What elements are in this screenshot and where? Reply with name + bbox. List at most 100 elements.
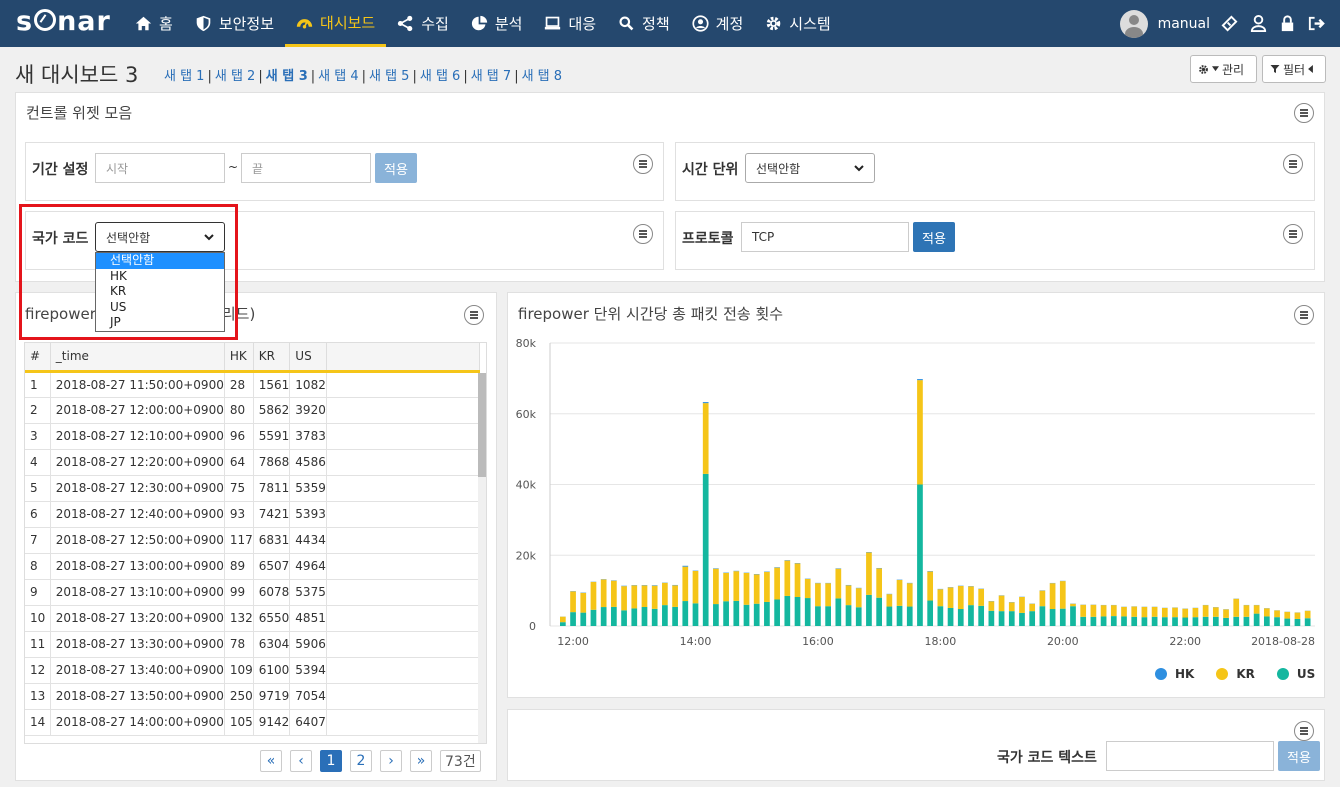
bar-us [784, 595, 791, 626]
avatar[interactable] [1119, 9, 1148, 38]
bar-us [937, 606, 944, 626]
protocol-apply-button[interactable]: 적용 [913, 222, 955, 252]
tab-5[interactable]: 새 탭 5 [369, 69, 409, 84]
bar-hk [682, 565, 689, 567]
table-row[interactable]: 7 2018-08-27 12:50:00+0900 117 6831 4434 [25, 527, 481, 554]
bar-us [621, 610, 627, 626]
menu-collect[interactable]: 수집 [386, 0, 460, 47]
grid-scrollbar[interactable] [478, 373, 486, 743]
filter-button[interactable]: 필터 [1262, 55, 1326, 83]
column-header[interactable]: # [25, 343, 51, 373]
menu-policy[interactable]: 정책 [607, 0, 681, 47]
menu-dashboard[interactable]: 대시보드 [285, 0, 387, 47]
menu-account[interactable]: 계정 [681, 0, 755, 47]
table-row[interactable]: 5 2018-08-27 12:30:00+0900 75 7811 5359 [25, 475, 481, 502]
tab-6[interactable]: 새 탭 6 [420, 69, 460, 84]
x-tick-label: 12:00 [557, 635, 589, 648]
widget-menu-icon[interactable] [1283, 224, 1303, 244]
page-button[interactable]: « [260, 750, 282, 772]
table-row[interactable]: 9 2018-08-27 13:10:00+0900 99 6078 5375 [25, 579, 481, 606]
chart-legend: HK KR US [1155, 667, 1315, 681]
bar-us [641, 606, 648, 626]
tab-separator: | [463, 69, 468, 84]
user-outline-icon[interactable] [1249, 14, 1268, 33]
country-text-apply-button[interactable]: 적용 [1278, 741, 1320, 771]
legend-item[interactable]: KR [1216, 667, 1255, 681]
table-row[interactable]: 14 2018-08-27 14:00:00+0900 105 9142 6407 [25, 709, 481, 736]
data-grid: # _time HK KR US 1 2018-08-27 11:50:00+0900 28… [24, 342, 487, 744]
menu-security-info[interactable]: 보안정보 [184, 0, 285, 47]
start-input[interactable]: 시작 [95, 153, 225, 183]
gear-icon [1199, 64, 1208, 74]
tab-8[interactable]: 새 탭 8 [522, 69, 562, 84]
table-cell [326, 371, 481, 398]
manage-button[interactable]: 관리 [1190, 55, 1257, 83]
logout-icon[interactable] [1307, 14, 1326, 33]
tab-4[interactable]: 새 탭 4 [318, 69, 358, 84]
protocol-input[interactable]: TCP [741, 222, 909, 252]
scrollbar-thumb[interactable] [478, 373, 486, 477]
page-button[interactable]: » [410, 750, 432, 772]
bar-us [672, 606, 678, 626]
column-header[interactable]: _time [50, 343, 225, 373]
page-button[interactable]: ‹ [290, 750, 312, 772]
widget-menu-icon[interactable] [633, 154, 653, 174]
sonar-logo[interactable]: s nar [16, 6, 111, 37]
table-row[interactable]: 12 2018-08-27 13:40:00+0900 109 6100 5394 [25, 657, 481, 684]
table-row[interactable]: 8 2018-08-27 13:00:00+0900 89 6507 4964 [25, 553, 481, 580]
column-header[interactable]: US [289, 343, 327, 373]
table-row[interactable]: 1 2018-08-27 11:50:00+0900 28 1561 1082 [25, 371, 481, 398]
menu-home[interactable]: 홈 [124, 0, 184, 47]
bar-us [1070, 606, 1076, 626]
bar-kr [651, 585, 658, 609]
widget-menu-icon[interactable] [464, 305, 484, 325]
lock-icon[interactable] [1278, 14, 1297, 33]
dashboard-icon [296, 18, 313, 28]
tab-1[interactable]: 새 탭 1 [164, 69, 204, 84]
table-row[interactable]: 4 2018-08-27 12:20:00+0900 64 7868 4586 [25, 449, 481, 476]
menu-response[interactable]: 대응 [533, 0, 607, 47]
table-row[interactable]: 6 2018-08-27 12:40:00+0900 93 7421 5393 [25, 501, 481, 528]
column-header[interactable]: HK [224, 343, 254, 373]
legend-item[interactable]: HK [1155, 667, 1194, 681]
bar-kr [1110, 605, 1117, 617]
table-cell: 10 [25, 605, 51, 632]
menu-system[interactable]: 시스템 [754, 0, 841, 47]
widget-menu-icon[interactable] [1294, 721, 1314, 741]
username[interactable]: manual [1158, 16, 1210, 32]
page-button[interactable]: 1 [320, 750, 342, 772]
period-apply-button[interactable]: 적용 [375, 153, 417, 183]
ticket-icon[interactable] [1220, 14, 1239, 33]
table-row[interactable]: 13 2018-08-27 13:50:00+0900 250 9719 7054 [25, 683, 481, 710]
tab-2[interactable]: 새 탭 2 [215, 69, 255, 84]
panel-menu-icon[interactable] [1294, 103, 1314, 123]
table-cell: 3920 [289, 397, 327, 424]
legend-item[interactable]: US [1276, 667, 1315, 681]
widget-menu-icon[interactable] [1283, 154, 1303, 174]
column-header[interactable]: KR [253, 343, 291, 373]
menu-analysis[interactable]: 분석 [460, 0, 534, 47]
page-button[interactable]: 2 [350, 750, 372, 772]
end-input[interactable]: 끝 [241, 153, 371, 183]
table-row[interactable]: 3 2018-08-27 12:10:00+0900 96 5591 3783 [25, 423, 481, 450]
widget-menu-icon[interactable] [1294, 305, 1314, 325]
tab-3[interactable]: 새 탭 3 [266, 69, 308, 84]
control-widgets-title: 컨트롤 위젯 모음 [26, 104, 133, 122]
table-row[interactable]: 10 2018-08-27 13:20:00+0900 132 6550 4851 [25, 605, 481, 632]
country-text-input[interactable] [1106, 741, 1274, 771]
bar-us [733, 600, 740, 626]
tab-separator: | [207, 69, 212, 84]
tab-7[interactable]: 새 탭 7 [471, 69, 511, 84]
time-unit-select[interactable]: 선택안함 [745, 153, 875, 183]
bar-kr [1100, 605, 1107, 617]
bar-kr [1253, 605, 1260, 614]
table-row[interactable]: 11 2018-08-27 13:30:00+0900 78 6304 5906 [25, 631, 481, 658]
table-cell: 5394 [289, 657, 327, 684]
column-header[interactable] [326, 343, 481, 373]
bar-us [560, 622, 566, 626]
widget-menu-icon[interactable] [633, 224, 653, 244]
page-button[interactable]: › [380, 750, 402, 772]
table-row[interactable]: 2 2018-08-27 12:00:00+0900 80 5862 3920 [25, 397, 481, 424]
bar-kr [1008, 602, 1015, 612]
table-cell: 2018-08-27 13:30:00+0900 [50, 631, 225, 658]
